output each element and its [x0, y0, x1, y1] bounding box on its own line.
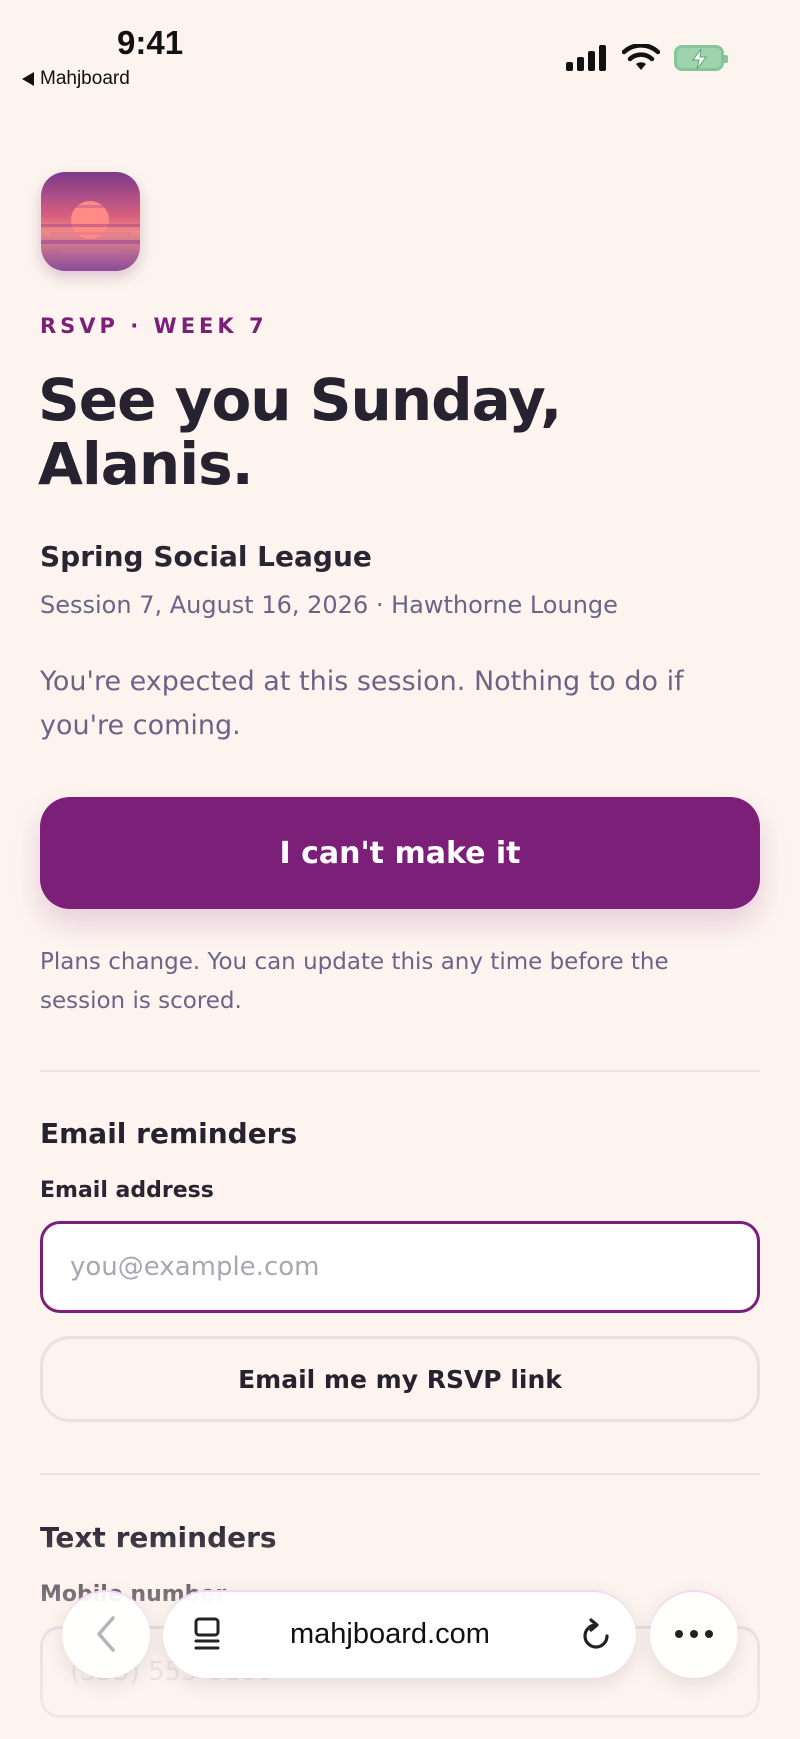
url-text: mahjboard.com	[290, 1618, 490, 1650]
email-rsvp-link-button[interactable]: Email me my RSVP link	[40, 1336, 760, 1422]
rsvp-kicker: RSVP · WEEK 7	[40, 314, 268, 338]
session-details: Session 7, August 16, 2026 · Hawthorne L…	[40, 591, 618, 619]
email-input[interactable]	[40, 1221, 760, 1313]
cant-make-it-button[interactable]: I can't make it	[40, 797, 760, 909]
section-divider	[40, 1473, 760, 1475]
plans-change-note: Plans change. You can update this any ti…	[40, 949, 669, 1014]
expected-message: You're expected at this session. Nothing…	[40, 666, 684, 741]
tabs-icon	[194, 1617, 220, 1650]
headline-line-2: Alanis.	[38, 430, 254, 498]
section-divider	[40, 1070, 760, 1072]
address-bar[interactable]: mahjboard.com	[163, 1590, 636, 1678]
status-icons	[566, 44, 728, 72]
email-reminders-title: Email reminders	[40, 1117, 298, 1150]
league-name: Spring Social League	[40, 540, 372, 573]
page-title: See you Sunday, Alanis.	[38, 368, 738, 496]
league-avatar-icon	[41, 172, 140, 271]
back-triangle-icon	[22, 72, 34, 86]
back-app-label: Mahjboard	[40, 68, 130, 89]
more-menu-button[interactable]	[650, 1590, 738, 1678]
battery-charging-icon	[674, 45, 728, 71]
email-address-label: Email address	[40, 1178, 214, 1203]
text-reminders-title: Text reminders	[40, 1521, 277, 1554]
chevron-left-icon	[97, 1616, 115, 1652]
status-time: 9:41	[117, 24, 184, 61]
back-to-app-link[interactable]: Mahjboard	[22, 68, 130, 90]
wifi-icon	[622, 44, 660, 70]
headline-line-1: See you Sunday,	[38, 366, 562, 434]
signal-icon	[566, 45, 606, 71]
reload-icon[interactable]	[580, 1617, 612, 1653]
browser-back-button[interactable]	[62, 1590, 150, 1678]
more-icon	[675, 1630, 713, 1638]
